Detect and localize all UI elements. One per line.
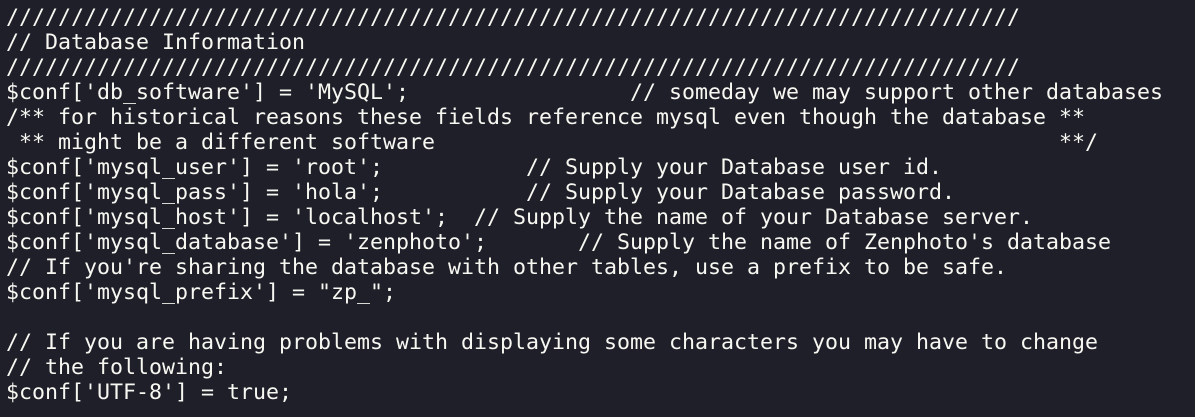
code-line: ////////////////////////////////////////…: [6, 55, 1021, 80]
code-line: $conf['mysql_database'] = 'zenphoto'; //…: [6, 230, 1112, 255]
code-line: // If you're sharing the database with o…: [6, 255, 1008, 280]
code-line: $conf['mysql_prefix'] = "zp_";: [6, 280, 397, 305]
code-line: // If you are having problems with displ…: [6, 330, 1099, 355]
code-line: ** might be a different software **/: [6, 130, 1099, 155]
code-line: $conf['mysql_user'] = 'root'; // Supply …: [6, 155, 943, 180]
code-line: // Database Information: [6, 30, 306, 55]
code-line: $conf['UTF-8'] = true;: [6, 380, 293, 405]
code-line: $conf['mysql_pass'] = 'hola'; // Supply …: [6, 180, 956, 205]
code-line: /** for historical reasons these fields …: [6, 105, 1086, 130]
code-line: $conf['db_software'] = 'MySQL'; // somed…: [6, 80, 1164, 105]
terminal-window[interactable]: ////////////////////////////////////////…: [0, 0, 1195, 417]
code-line: ////////////////////////////////////////…: [6, 5, 1021, 30]
code-line: $conf['mysql_host'] = 'localhost'; // Su…: [6, 205, 1034, 230]
code-line: // the following:: [6, 355, 228, 380]
